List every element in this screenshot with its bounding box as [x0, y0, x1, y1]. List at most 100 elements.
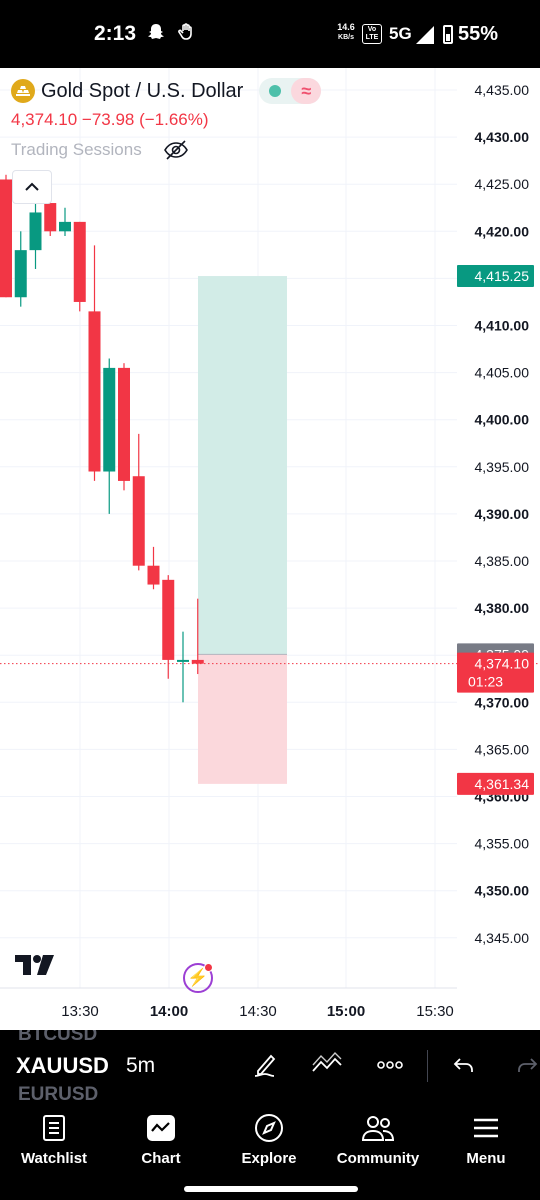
- battery-icon: [443, 25, 453, 44]
- chart-nav-icon: [111, 1108, 211, 1148]
- price-tick-label: 4,380.00: [475, 600, 530, 616]
- time-tick-label: 15:00: [326, 1003, 366, 1020]
- price-tick-label: 4,395.00: [475, 459, 530, 475]
- notification-dot: [204, 963, 213, 972]
- price-tick-label: 4,425.00: [475, 176, 530, 192]
- candle-body: [0, 179, 12, 298]
- symbol-prev[interactable]: BTCUSD: [18, 1030, 97, 1046]
- pen-draw-icon[interactable]: [249, 1048, 283, 1082]
- candle-body: [29, 212, 42, 251]
- price-change: 4,374.10 −73.98 (−1.66%): [11, 110, 209, 129]
- price-tick-label: 4,350.00: [475, 883, 530, 899]
- hamburger-menu-icon: [436, 1108, 536, 1148]
- symbol-title[interactable]: Gold Spot / U.S. Dollar: [41, 80, 243, 103]
- candle-body: [44, 203, 57, 232]
- price-tick-label: 4,405.00: [475, 365, 530, 381]
- candle-body: [191, 659, 204, 664]
- redo-icon[interactable]: [510, 1048, 540, 1082]
- bar-countdown: 01:23: [468, 674, 503, 690]
- chevron-up-icon: [25, 182, 39, 191]
- candle-body: [118, 367, 130, 481]
- toolbar-divider: [427, 1050, 428, 1082]
- price-badge-label: 4,415.25: [475, 268, 530, 284]
- price-tick-label: 4,365.00: [475, 741, 530, 757]
- nav-chart[interactable]: Chart: [111, 1108, 211, 1167]
- candle-body: [88, 311, 101, 472]
- trading-sessions-label: Trading Sessions: [11, 140, 142, 159]
- watchlist-icon: [4, 1108, 104, 1148]
- candle-body: [177, 659, 189, 662]
- nav-menu[interactable]: Menu: [436, 1108, 536, 1167]
- nav-community[interactable]: Community: [328, 1108, 428, 1167]
- hand-shield-icon: [177, 22, 197, 47]
- status-bar: 2:13 14.6 KB/s Vo LTE 5G 55%: [0, 0, 540, 68]
- people-icon: [328, 1108, 428, 1148]
- net-speed-value: 14.6: [337, 22, 355, 32]
- symbol-next[interactable]: EURUSD: [18, 1084, 98, 1102]
- price-badge-label: 4,374.10: [475, 656, 530, 672]
- symbol-header[interactable]: Gold Spot / U.S. Dollar ≈: [11, 78, 322, 104]
- price-tick-label: 4,435.00: [475, 82, 530, 98]
- compass-icon: [219, 1108, 319, 1148]
- signal-icon: [416, 26, 434, 44]
- net-speed: 14.6 KB/s: [334, 23, 358, 42]
- market-status-pill[interactable]: ≈: [259, 78, 322, 104]
- timeframe-selector[interactable]: 5m: [126, 1054, 155, 1078]
- wave-icon: ≈: [291, 78, 322, 104]
- price-badge-label: 4,361.34: [475, 776, 530, 792]
- candle-body: [103, 367, 116, 472]
- nav-label-watchlist: Watchlist: [20, 1150, 88, 1167]
- time-tick-label: 14:30: [239, 1003, 277, 1020]
- gold-bars-icon: [11, 79, 35, 103]
- price-tick-label: 4,410.00: [475, 318, 530, 334]
- eye-off-icon[interactable]: [163, 138, 189, 167]
- profit-zone[interactable]: [198, 276, 287, 655]
- time-tick-label: 13:30: [61, 1003, 99, 1020]
- indicators-icon[interactable]: [310, 1048, 344, 1082]
- home-indicator[interactable]: [184, 1186, 358, 1192]
- price-tick-label: 4,400.00: [475, 412, 530, 428]
- price-tick-label: 4,345.00: [475, 930, 530, 946]
- nav-label-menu: Menu: [466, 1150, 506, 1167]
- nav-watchlist[interactable]: Watchlist: [4, 1108, 104, 1167]
- bottom-navigation: Watchlist Chart Explore Community Menu: [0, 1102, 540, 1200]
- volte-badge: Vo LTE: [362, 24, 382, 44]
- collapse-legend-button[interactable]: [12, 170, 52, 204]
- net-speed-unit: KB/s: [338, 34, 354, 41]
- nav-explore[interactable]: Explore: [219, 1108, 319, 1167]
- candles: [0, 174, 204, 703]
- price-tick-label: 4,430.00: [475, 129, 530, 145]
- candle-body: [14, 250, 27, 298]
- snapchat-icon: [146, 22, 166, 47]
- more-options-icon[interactable]: [373, 1048, 407, 1082]
- price-tick-label: 4,385.00: [475, 553, 530, 569]
- candle-body: [162, 579, 175, 660]
- candle-body: [73, 221, 86, 302]
- nav-label-community: Community: [336, 1150, 420, 1167]
- network-type: 5G: [389, 24, 412, 43]
- price-axis[interactable]: 4,435.004,430.004,425.004,420.004,415.00…: [475, 82, 530, 946]
- market-open-dot: [269, 85, 282, 97]
- price-tick-label: 4,420.00: [475, 223, 530, 239]
- price-tick-label: 4,370.00: [475, 694, 530, 710]
- symbol-selector[interactable]: XAUUSD: [16, 1053, 109, 1079]
- volte-top: Vo: [367, 26, 377, 33]
- stop-loss-zone[interactable]: [198, 654, 287, 784]
- time-tick-label: 15:30: [416, 1003, 454, 1020]
- position-tool[interactable]: [198, 276, 287, 784]
- price-tick-label: 4,355.00: [475, 836, 530, 852]
- volte-bottom: LTE: [365, 34, 379, 41]
- price-chart[interactable]: 4,435.004,430.004,425.004,420.004,415.00…: [0, 68, 540, 1030]
- lightning-button[interactable]: ⚡: [183, 963, 213, 993]
- battery-percent: 55%: [458, 23, 499, 45]
- candle-body: [147, 565, 160, 585]
- nav-label-explore: Explore: [241, 1150, 297, 1167]
- undo-icon[interactable]: [447, 1048, 481, 1082]
- time-tick-label: 14:00: [149, 1003, 189, 1020]
- chart-toolbar: BTCUSD XAUUSD EURUSD 5m: [0, 1030, 540, 1102]
- status-time: 2:13: [94, 22, 137, 45]
- candle-body: [59, 221, 71, 232]
- candle-body: [132, 476, 145, 566]
- nav-label-chart: Chart: [141, 1150, 181, 1167]
- tradingview-logo-icon[interactable]: [15, 954, 55, 981]
